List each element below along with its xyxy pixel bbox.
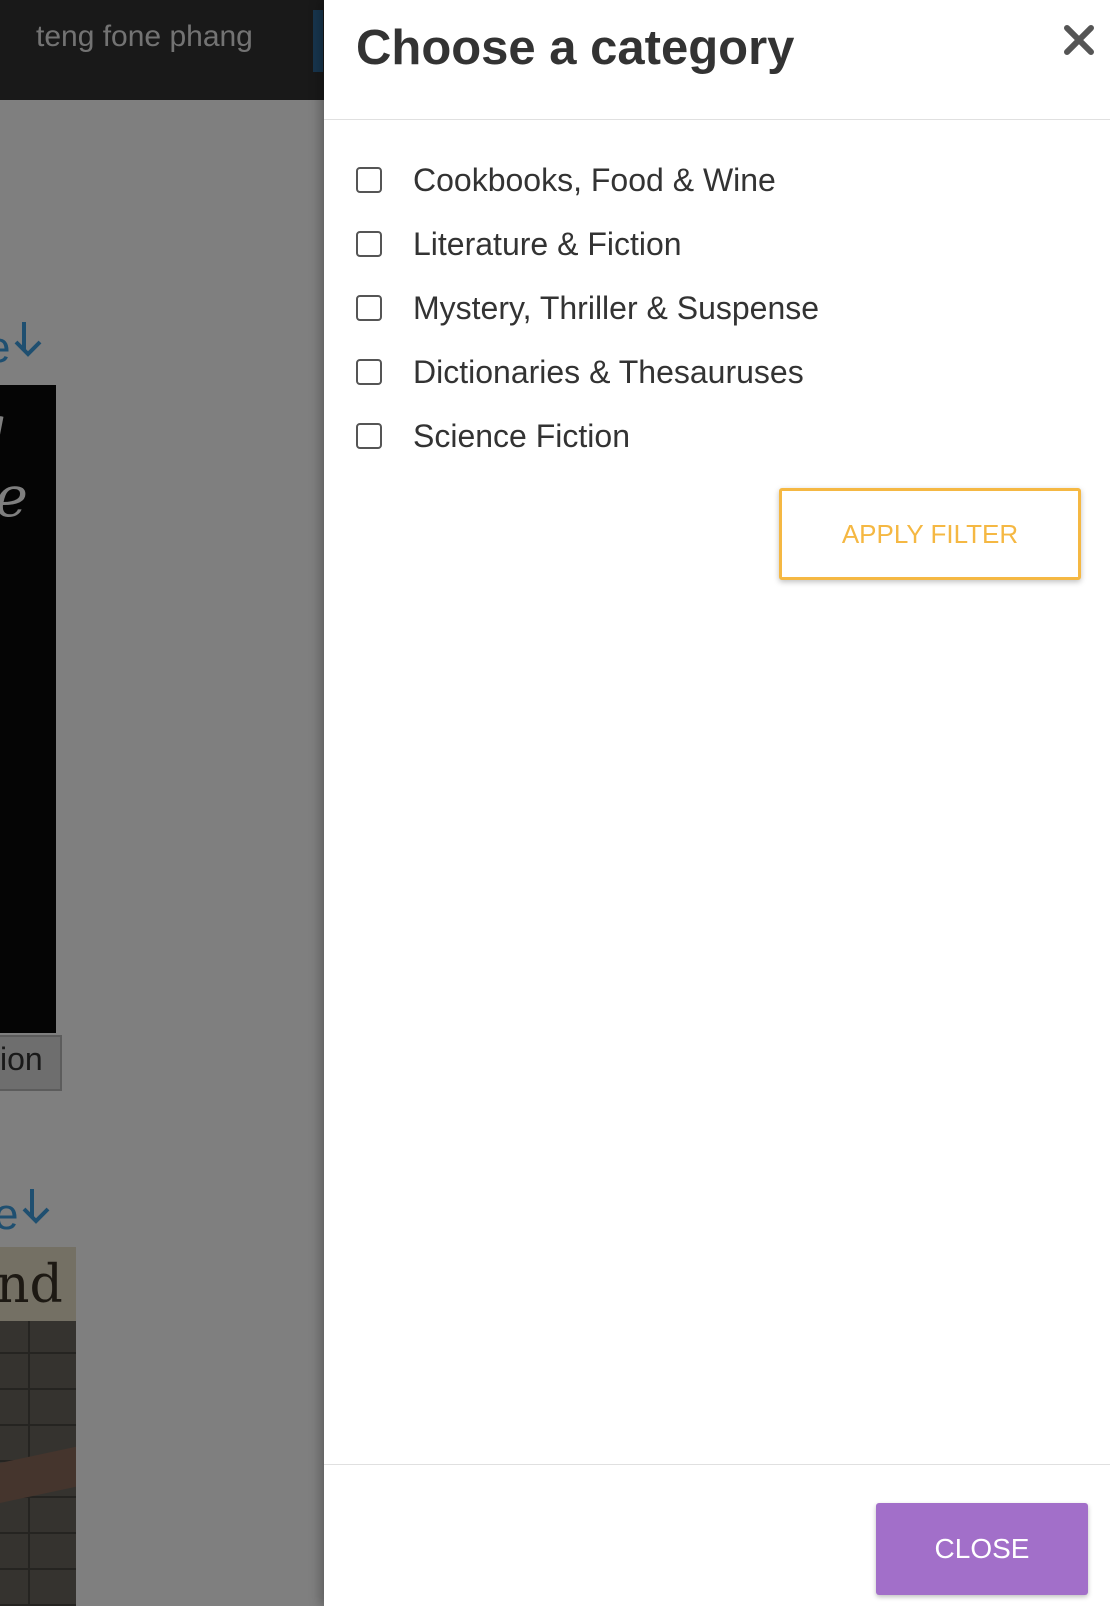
category-checkbox[interactable] xyxy=(356,231,382,257)
close-button[interactable]: CLOSE xyxy=(876,1503,1088,1595)
category-list: Cookbooks, Food & Wine Literature & Fict… xyxy=(356,148,1056,468)
modal-title: Choose a category xyxy=(356,21,795,75)
category-label: Dictionaries & Thesauruses xyxy=(413,353,804,390)
category-modal: Choose a category Cookbooks, Food & Wine… xyxy=(324,0,1110,1606)
modal-backdrop[interactable] xyxy=(0,0,330,1606)
category-checkbox[interactable] xyxy=(356,359,382,385)
background-page: teng fone phang e g se ion e nd xyxy=(0,0,330,1606)
category-label: Mystery, Thriller & Suspense xyxy=(413,289,820,326)
modal-header: Choose a category xyxy=(324,0,1110,120)
apply-filter-button[interactable]: APPLY FILTER xyxy=(779,488,1081,580)
category-option[interactable]: Mystery, Thriller & Suspense xyxy=(356,276,1056,340)
modal-footer: CLOSE xyxy=(324,1464,1110,1606)
page: teng fone phang e g se ion e nd Choose a xyxy=(0,0,1110,1606)
category-option[interactable]: Dictionaries & Thesauruses xyxy=(356,340,1056,404)
category-option[interactable]: Cookbooks, Food & Wine xyxy=(356,148,1056,212)
category-label: Literature & Fiction xyxy=(413,225,682,262)
category-option[interactable]: Science Fiction xyxy=(356,404,1056,468)
close-icon[interactable] xyxy=(1057,18,1101,62)
category-label: Science Fiction xyxy=(413,417,630,454)
category-option[interactable]: Literature & Fiction xyxy=(356,212,1056,276)
category-checkbox[interactable] xyxy=(356,423,382,449)
category-label: Cookbooks, Food & Wine xyxy=(413,161,776,198)
category-checkbox[interactable] xyxy=(356,295,382,321)
category-checkbox[interactable] xyxy=(356,167,382,193)
